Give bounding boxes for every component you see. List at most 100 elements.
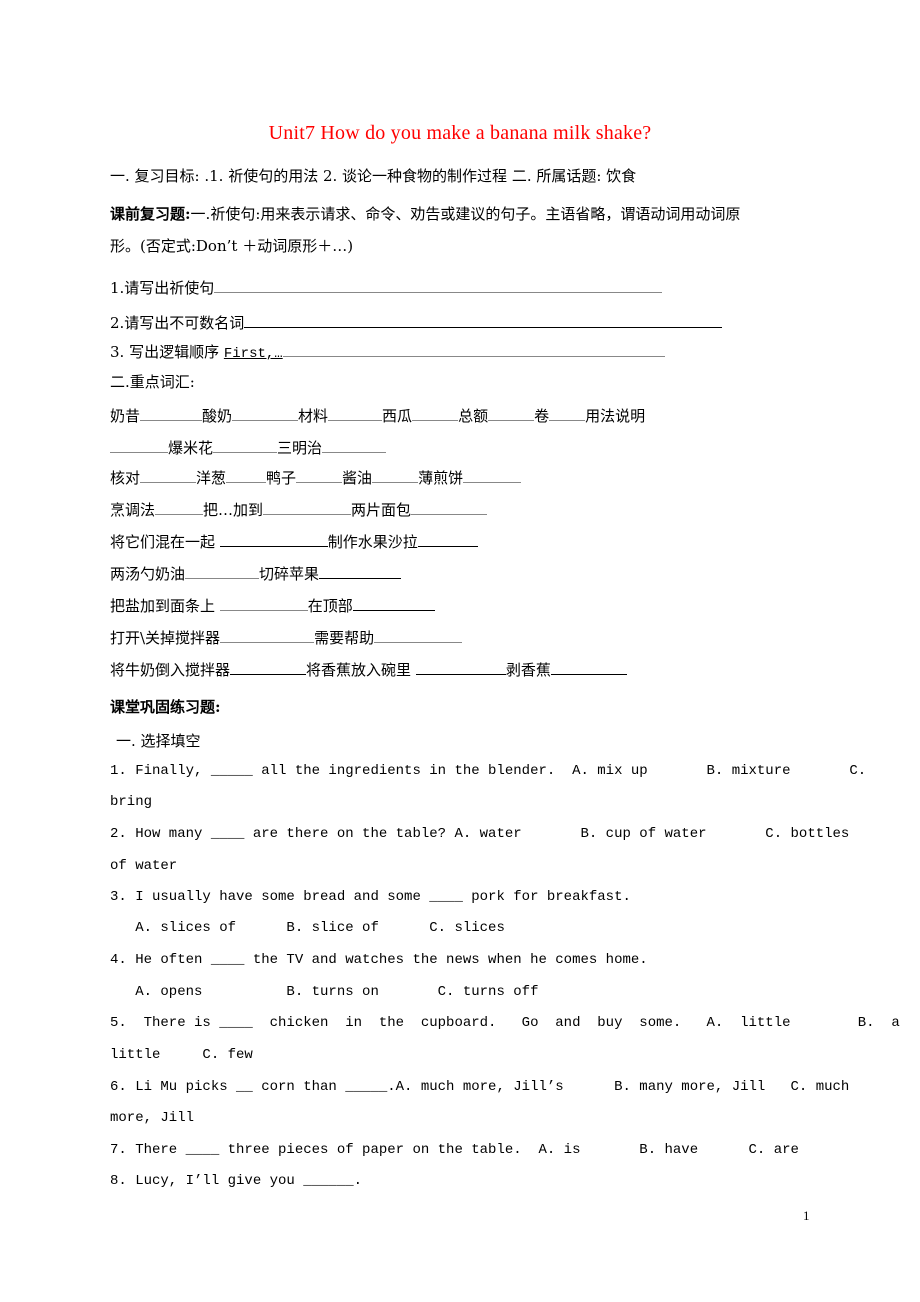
answer-blank[interactable] bbox=[213, 436, 278, 453]
vocab-row: 烹调法 把…加到 两片面包 bbox=[110, 498, 488, 520]
vocab-term: 将香蕉放入碗里 bbox=[306, 661, 412, 679]
vocab-term: 薄煎饼 bbox=[418, 469, 464, 487]
vocab-row: 爆米花 三明治 bbox=[110, 436, 387, 458]
preview-q2-label: 2.请写出不可数名词 bbox=[110, 314, 245, 332]
answer-blank[interactable] bbox=[463, 466, 522, 483]
vocab-row: 将牛奶倒入搅拌器 将香蕉放入碗里 剥香蕉 bbox=[110, 658, 627, 680]
vocab-row: 核对 洋葱 鸭子 酱油 薄煎饼 bbox=[110, 466, 522, 488]
question-line: 6. Li Mu picks __ corn than _____.A. muc… bbox=[110, 1079, 850, 1095]
preview-question-3: 3. 写出逻辑顺序 First,… bbox=[110, 340, 665, 364]
vocab-term: 总额 bbox=[458, 407, 489, 425]
answer-blank[interactable] bbox=[140, 466, 197, 483]
answer-blank[interactable] bbox=[155, 498, 204, 515]
question-line: little C. few bbox=[110, 1047, 253, 1063]
vocab-term: 鸭子 bbox=[266, 469, 297, 487]
preview-q3-hint: First,… bbox=[223, 346, 283, 362]
preview-intro-line1: 课前复习题:一.祈使句:用来表示请求、命令、劝告或建议的句子。主语省略，谓语动词… bbox=[110, 204, 740, 224]
vocab-row: 将它们混在一起 制作水果沙拉 bbox=[110, 530, 478, 552]
answer-blank[interactable] bbox=[352, 594, 435, 611]
vocab-term: 将它们混在一起 bbox=[110, 533, 216, 551]
vocab-term: 奶昔 bbox=[110, 407, 141, 425]
vocab-heading: 二.重点词汇: bbox=[110, 373, 195, 391]
question-line: of water bbox=[110, 858, 178, 874]
vocab-term: 需要帮助 bbox=[314, 629, 375, 647]
vocab-term: 两汤勺奶油 bbox=[110, 565, 186, 583]
answer-blank[interactable] bbox=[411, 498, 488, 515]
answer-blank[interactable] bbox=[328, 404, 383, 421]
answer-blank[interactable] bbox=[219, 594, 308, 611]
vocab-term: 烹调法 bbox=[110, 501, 156, 519]
answer-blank[interactable] bbox=[549, 404, 586, 421]
answer-blank[interactable] bbox=[296, 466, 343, 483]
vocab-term: 在顶部 bbox=[307, 597, 353, 615]
question-line: 5. There is ____ chicken in the cupboard… bbox=[110, 1015, 900, 1031]
question-line: A. slices of B. slice of C. slices bbox=[110, 920, 505, 936]
question-line: 7. There ____ three pieces of paper on t… bbox=[110, 1142, 799, 1158]
answer-blank[interactable] bbox=[417, 530, 478, 547]
answer-blank[interactable] bbox=[263, 498, 352, 515]
practice-section-title: 一. 选择填空 bbox=[116, 732, 201, 750]
answer-blank[interactable] bbox=[322, 436, 387, 453]
vocab-term: 将牛奶倒入搅拌器 bbox=[110, 661, 231, 679]
question-line: 2. How many ____ are there on the table?… bbox=[110, 826, 850, 842]
vocab-term: 酸奶 bbox=[202, 407, 233, 425]
vocab-term: 核对 bbox=[110, 469, 141, 487]
vocab-term: 剥香蕉 bbox=[505, 661, 551, 679]
document-title: Unit7 How do you make a banana milk shak… bbox=[268, 122, 652, 144]
answer-blank[interactable] bbox=[372, 466, 419, 483]
question-line: A. opens B. turns on C. turns off bbox=[110, 984, 539, 1000]
preview-text-1: 一.祈使句:用来表示请求、命令、劝告或建议的句子。主语省略，谓语动词用动词原 bbox=[190, 205, 741, 223]
vocab-term: 材料 bbox=[298, 407, 329, 425]
vocab-term: 用法说明 bbox=[585, 407, 646, 425]
question-line: bring bbox=[110, 794, 153, 810]
practice-heading: 课堂巩固练习题: bbox=[110, 698, 221, 716]
preview-question-1: 1.请写出祈使句 bbox=[110, 276, 663, 298]
answer-blank[interactable] bbox=[232, 404, 299, 421]
answer-blank[interactable] bbox=[110, 436, 168, 453]
vocab-term: 卷 bbox=[534, 407, 550, 425]
answer-blank[interactable] bbox=[244, 311, 723, 328]
answer-blank[interactable] bbox=[219, 530, 328, 547]
answer-blank[interactable] bbox=[550, 658, 627, 675]
question-line: 1. Finally, _____ all the ingredients in… bbox=[110, 763, 867, 779]
preview-label: 课前复习题: bbox=[110, 205, 191, 223]
vocab-term: 洋葱 bbox=[196, 469, 227, 487]
answer-blank[interactable] bbox=[226, 466, 267, 483]
question-line: 4. He often ____ the TV and watches the … bbox=[110, 952, 648, 968]
answer-blank[interactable] bbox=[230, 658, 307, 675]
review-objectives: 一. 复习目标: .1. 祈使句的用法 2. 谈论一种食物的制作过程 二. 所属… bbox=[110, 167, 637, 185]
question-line: 8. Lucy, I’ll give you ______. bbox=[110, 1173, 363, 1189]
preview-intro-line2: 形。(否定式:Don’t ＋动词原形＋…) bbox=[110, 237, 354, 255]
answer-blank[interactable] bbox=[220, 626, 315, 643]
answer-blank[interactable] bbox=[412, 404, 459, 421]
vocab-term: 两片面包 bbox=[351, 501, 412, 519]
question-line: more, Jill bbox=[110, 1110, 195, 1126]
preview-q1-label: 1.请写出祈使句 bbox=[110, 279, 215, 297]
vocab-row: 打开\关掉搅拌器 需要帮助 bbox=[110, 626, 463, 648]
answer-blank[interactable] bbox=[319, 562, 402, 579]
vocab-term: 把…加到 bbox=[203, 501, 264, 519]
preview-q3-label: 3. 写出逻辑顺序 bbox=[110, 343, 220, 361]
page-number: 1 bbox=[803, 1208, 810, 1223]
vocab-term: 三明治 bbox=[277, 439, 323, 457]
document-page: Unit7 How do you make a banana milk shak… bbox=[0, 0, 920, 1302]
answer-blank[interactable] bbox=[140, 404, 203, 421]
answer-blank[interactable] bbox=[374, 626, 463, 643]
vocab-row: 奶昔 酸奶 材料 西瓜 总额 卷 用法说明 bbox=[110, 404, 645, 426]
answer-blank[interactable] bbox=[214, 276, 663, 293]
vocab-term: 制作水果沙拉 bbox=[327, 533, 418, 551]
vocab-term: 酱油 bbox=[342, 469, 373, 487]
answer-blank[interactable] bbox=[282, 340, 665, 357]
preview-question-2: 2.请写出不可数名词 bbox=[110, 311, 723, 333]
vocab-row: 两汤勺奶油 切碎苹果 bbox=[110, 562, 402, 584]
vocab-term: 切碎苹果 bbox=[259, 565, 320, 583]
vocab-row: 把盐加到面条上 在顶部 bbox=[110, 594, 435, 616]
answer-blank[interactable] bbox=[185, 562, 260, 579]
vocab-term: 把盐加到面条上 bbox=[110, 597, 216, 615]
question-line: 3. I usually have some bread and some __… bbox=[110, 889, 631, 905]
answer-blank[interactable] bbox=[415, 658, 506, 675]
vocab-term: 西瓜 bbox=[382, 407, 413, 425]
answer-blank[interactable] bbox=[488, 404, 535, 421]
vocab-term: 打开\关掉搅拌器 bbox=[110, 629, 221, 647]
vocab-term: 爆米花 bbox=[168, 439, 214, 457]
